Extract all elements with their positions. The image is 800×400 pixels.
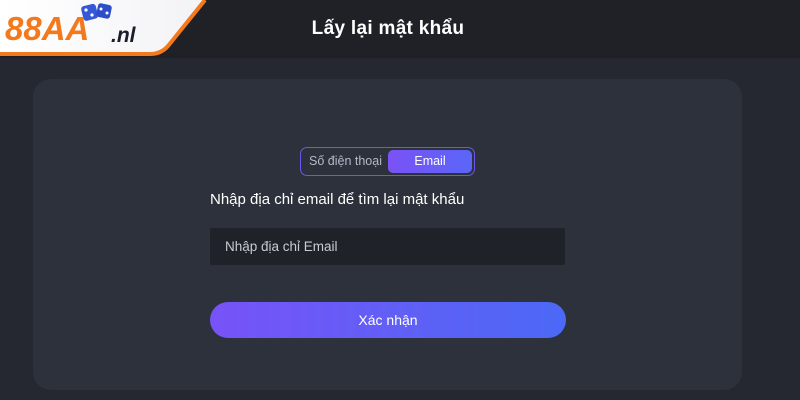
- recovery-method-tabs: Số điện thoại Email: [300, 147, 475, 176]
- confirm-button[interactable]: Xác nhận: [210, 302, 566, 338]
- page-title: Lấy lại mật khẩu: [311, 18, 465, 39]
- instruction-text: Nhập địa chỉ email để tìm lại mật khẩu: [210, 191, 465, 208]
- tab-email[interactable]: Email: [388, 150, 472, 173]
- tab-phone-number[interactable]: Số điện thoại: [304, 150, 387, 173]
- email-input[interactable]: [210, 228, 565, 265]
